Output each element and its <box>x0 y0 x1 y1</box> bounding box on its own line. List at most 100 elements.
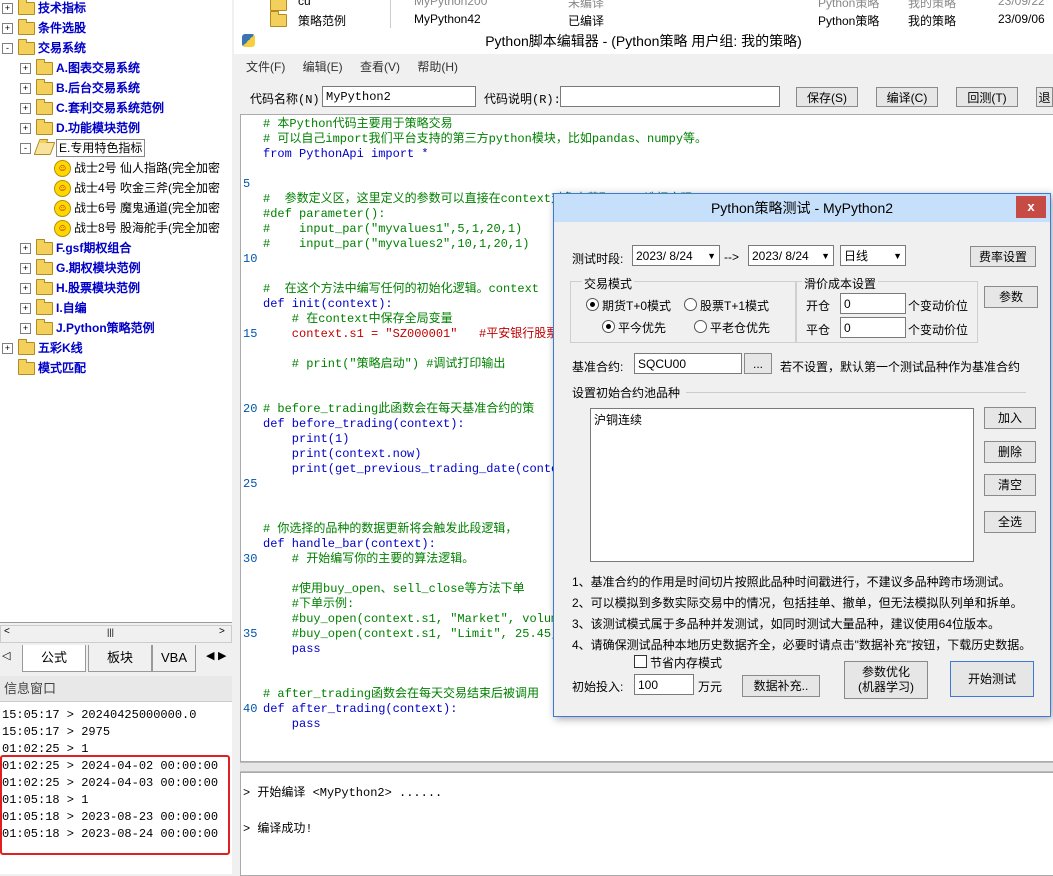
folder-icon <box>36 59 53 75</box>
open-slippage-input[interactable]: 0 <box>840 293 906 314</box>
expand-icon[interactable]: + <box>2 343 13 354</box>
code-line: #buy_open(context.s1, "Limit", 25.45, <box>263 627 559 641</box>
expand-icon[interactable]: + <box>20 103 31 114</box>
base-contract-hint: 若不设置，默认第一个测试品种作为基准合约 <box>780 360 1021 374</box>
chevron-down-icon[interactable]: ▼ <box>893 246 902 266</box>
end-date-picker[interactable]: 2023/ 8/24 ▼ <box>748 245 834 266</box>
data-supplement-button[interactable]: 数据补充.. <box>742 675 820 697</box>
expand-icon[interactable]: + <box>20 63 31 74</box>
frequency-select[interactable]: 日线 ▼ <box>840 245 906 266</box>
tab-left-arrow-icon[interactable]: ◁ <box>2 649 10 662</box>
code-line: print(get_previous_trading_date(contex <box>263 462 566 476</box>
save-memory-label: 节省内存模式 <box>650 656 723 670</box>
folder-icon <box>18 19 35 35</box>
splitter[interactable] <box>240 762 1053 772</box>
close-button[interactable]: x <box>1016 196 1046 218</box>
line-number: 35 <box>243 627 258 641</box>
expand-icon[interactable]: + <box>2 23 13 34</box>
compile-button[interactable]: 编译(C) <box>876 87 938 107</box>
smiley-icon: ☺ <box>54 220 71 237</box>
code-line: from PythonApi import * <box>263 147 429 161</box>
menu-file[interactable]: 文件(F) <box>246 60 285 74</box>
expand-icon[interactable]: + <box>20 243 31 254</box>
tree-item-label: B.后台交易系统 <box>56 81 141 95</box>
base-contract-input[interactable]: SQCU00 <box>634 353 742 374</box>
backtest-button[interactable]: 回测(T) <box>956 87 1018 107</box>
save-memory-checkbox[interactable] <box>634 655 647 668</box>
code-line: # after_trading函数会在每天交易结束后被调用 <box>263 687 540 701</box>
browse-button[interactable]: ... <box>744 353 772 374</box>
param-optimize-button[interactable]: 参数优化 (机器学习) <box>844 661 928 699</box>
note-4: 4、请确保测试品种本地历史数据齐全，必要时请点击"数据补充"按钮，下载历史数据。 <box>572 638 1032 652</box>
expand-icon[interactable]: + <box>20 83 31 94</box>
tree-item-label: 技术指标 <box>38 1 87 15</box>
delete-button[interactable]: 删除 <box>984 441 1036 463</box>
compile-output: > 开始编译 <MyPython2> ...... > 编译成功! <box>240 772 1053 876</box>
tab-formula[interactable]: 公式 <box>22 645 86 672</box>
exit-button[interactable]: 退 <box>1036 87 1053 107</box>
note-1: 1、基准合约的作用是时间切片按照此品种时间戳进行，不建议多品种跨市场测试。 <box>572 575 1011 589</box>
code-line: # 在context中保存全局变量 <box>263 312 453 326</box>
list-item[interactable]: 沪铜连续 <box>594 411 642 428</box>
code-name-field[interactable]: MyPython2 <box>322 86 476 107</box>
tab-vba[interactable]: VBA <box>152 645 196 672</box>
horizontal-scrollbar[interactable]: < ||| > <box>0 625 232 643</box>
formula-tree[interactable]: + 技术指标 + 条件选股 - 交易系统 + A.图表交易系统 + B.后台交易系统 + C.套利交易… <box>0 0 232 622</box>
tree-item-label: 战士2号 仙人指路(完全加密 <box>74 161 221 175</box>
folder-icon <box>270 0 287 11</box>
tree-item-label: D.功能模块范例 <box>56 121 141 135</box>
expand-icon[interactable]: + <box>20 323 31 334</box>
save-button[interactable]: 保存(S) <box>796 87 858 107</box>
params-button[interactable]: 参数 <box>984 286 1038 308</box>
scroll-right-icon[interactable]: > <box>219 626 225 637</box>
code-line: #buy_open(context.s1, "Market", volume <box>263 612 566 626</box>
contract-pool-title: 设置初始合约池品种 <box>572 386 681 400</box>
menu-edit[interactable]: 编辑(E) <box>303 60 343 74</box>
menu-help[interactable]: 帮助(H) <box>417 60 458 74</box>
close-slippage-input[interactable]: 0 <box>840 317 906 338</box>
open-unit: 个变动价位 <box>908 299 969 313</box>
tab-sector[interactable]: 板块 <box>88 645 152 672</box>
tree-item-label: J.Python策略范例 <box>56 321 155 335</box>
futures-mode-radio[interactable] <box>586 298 599 311</box>
scroll-left-icon[interactable]: < <box>4 626 10 637</box>
code-line: def init(context): <box>263 297 393 311</box>
tree-item-label: G.期权模块范例 <box>56 261 141 275</box>
list-cell: 我的策略 <box>908 14 957 28</box>
menu-view[interactable]: 查看(V) <box>360 60 400 74</box>
chevron-down-icon[interactable]: ▼ <box>821 246 830 266</box>
folder-icon <box>36 259 53 275</box>
select-all-button[interactable]: 全选 <box>984 511 1036 533</box>
fee-settings-button[interactable]: 费率设置 <box>970 246 1036 267</box>
expand-icon[interactable]: + <box>20 303 31 314</box>
expand-icon[interactable]: + <box>20 123 31 134</box>
close-today-label: 平今优先 <box>618 321 667 335</box>
stock-mode-radio[interactable] <box>684 298 697 311</box>
output-line: > 编译成功! <box>243 822 313 836</box>
note-2: 2、可以模拟到多数实际交易中的情况，包括挂单、撤单，但无法模拟队列单和拆单。 <box>572 596 1023 610</box>
tree-item-label: 战士4号 吹金三斧(完全加密 <box>74 181 221 195</box>
expand-icon[interactable]: + <box>20 283 31 294</box>
contract-pool-list[interactable]: 沪铜连续 <box>590 408 974 562</box>
start-test-button[interactable]: 开始测试 <box>950 661 1034 697</box>
close-old-radio[interactable] <box>694 320 707 333</box>
expand-icon[interactable]: + <box>20 263 31 274</box>
close-today-radio[interactable] <box>602 320 615 333</box>
add-button[interactable]: 加入 <box>984 407 1036 429</box>
start-date-picker[interactable]: 2023/ 8/24 ▼ <box>632 245 720 266</box>
code-desc-label: 代码说明(R): <box>484 93 561 107</box>
collapse-icon[interactable]: - <box>20 143 31 154</box>
tab-next-icon[interactable]: ▶ <box>218 649 226 662</box>
folder-icon <box>18 359 35 375</box>
stock-mode-label: 股票T+1模式 <box>700 299 770 313</box>
chevron-down-icon[interactable]: ▼ <box>707 246 716 266</box>
clear-button[interactable]: 清空 <box>984 474 1036 496</box>
tab-prev-icon[interactable]: ◀ <box>206 649 214 662</box>
code-line: print(context.now) <box>263 447 422 461</box>
folder-icon <box>18 339 35 355</box>
code-desc-field[interactable] <box>560 86 780 107</box>
expand-icon[interactable]: + <box>2 3 13 14</box>
collapse-icon[interactable]: - <box>2 43 13 54</box>
date-arrow: --> <box>724 250 739 264</box>
initial-capital-input[interactable]: 100 <box>634 674 694 695</box>
